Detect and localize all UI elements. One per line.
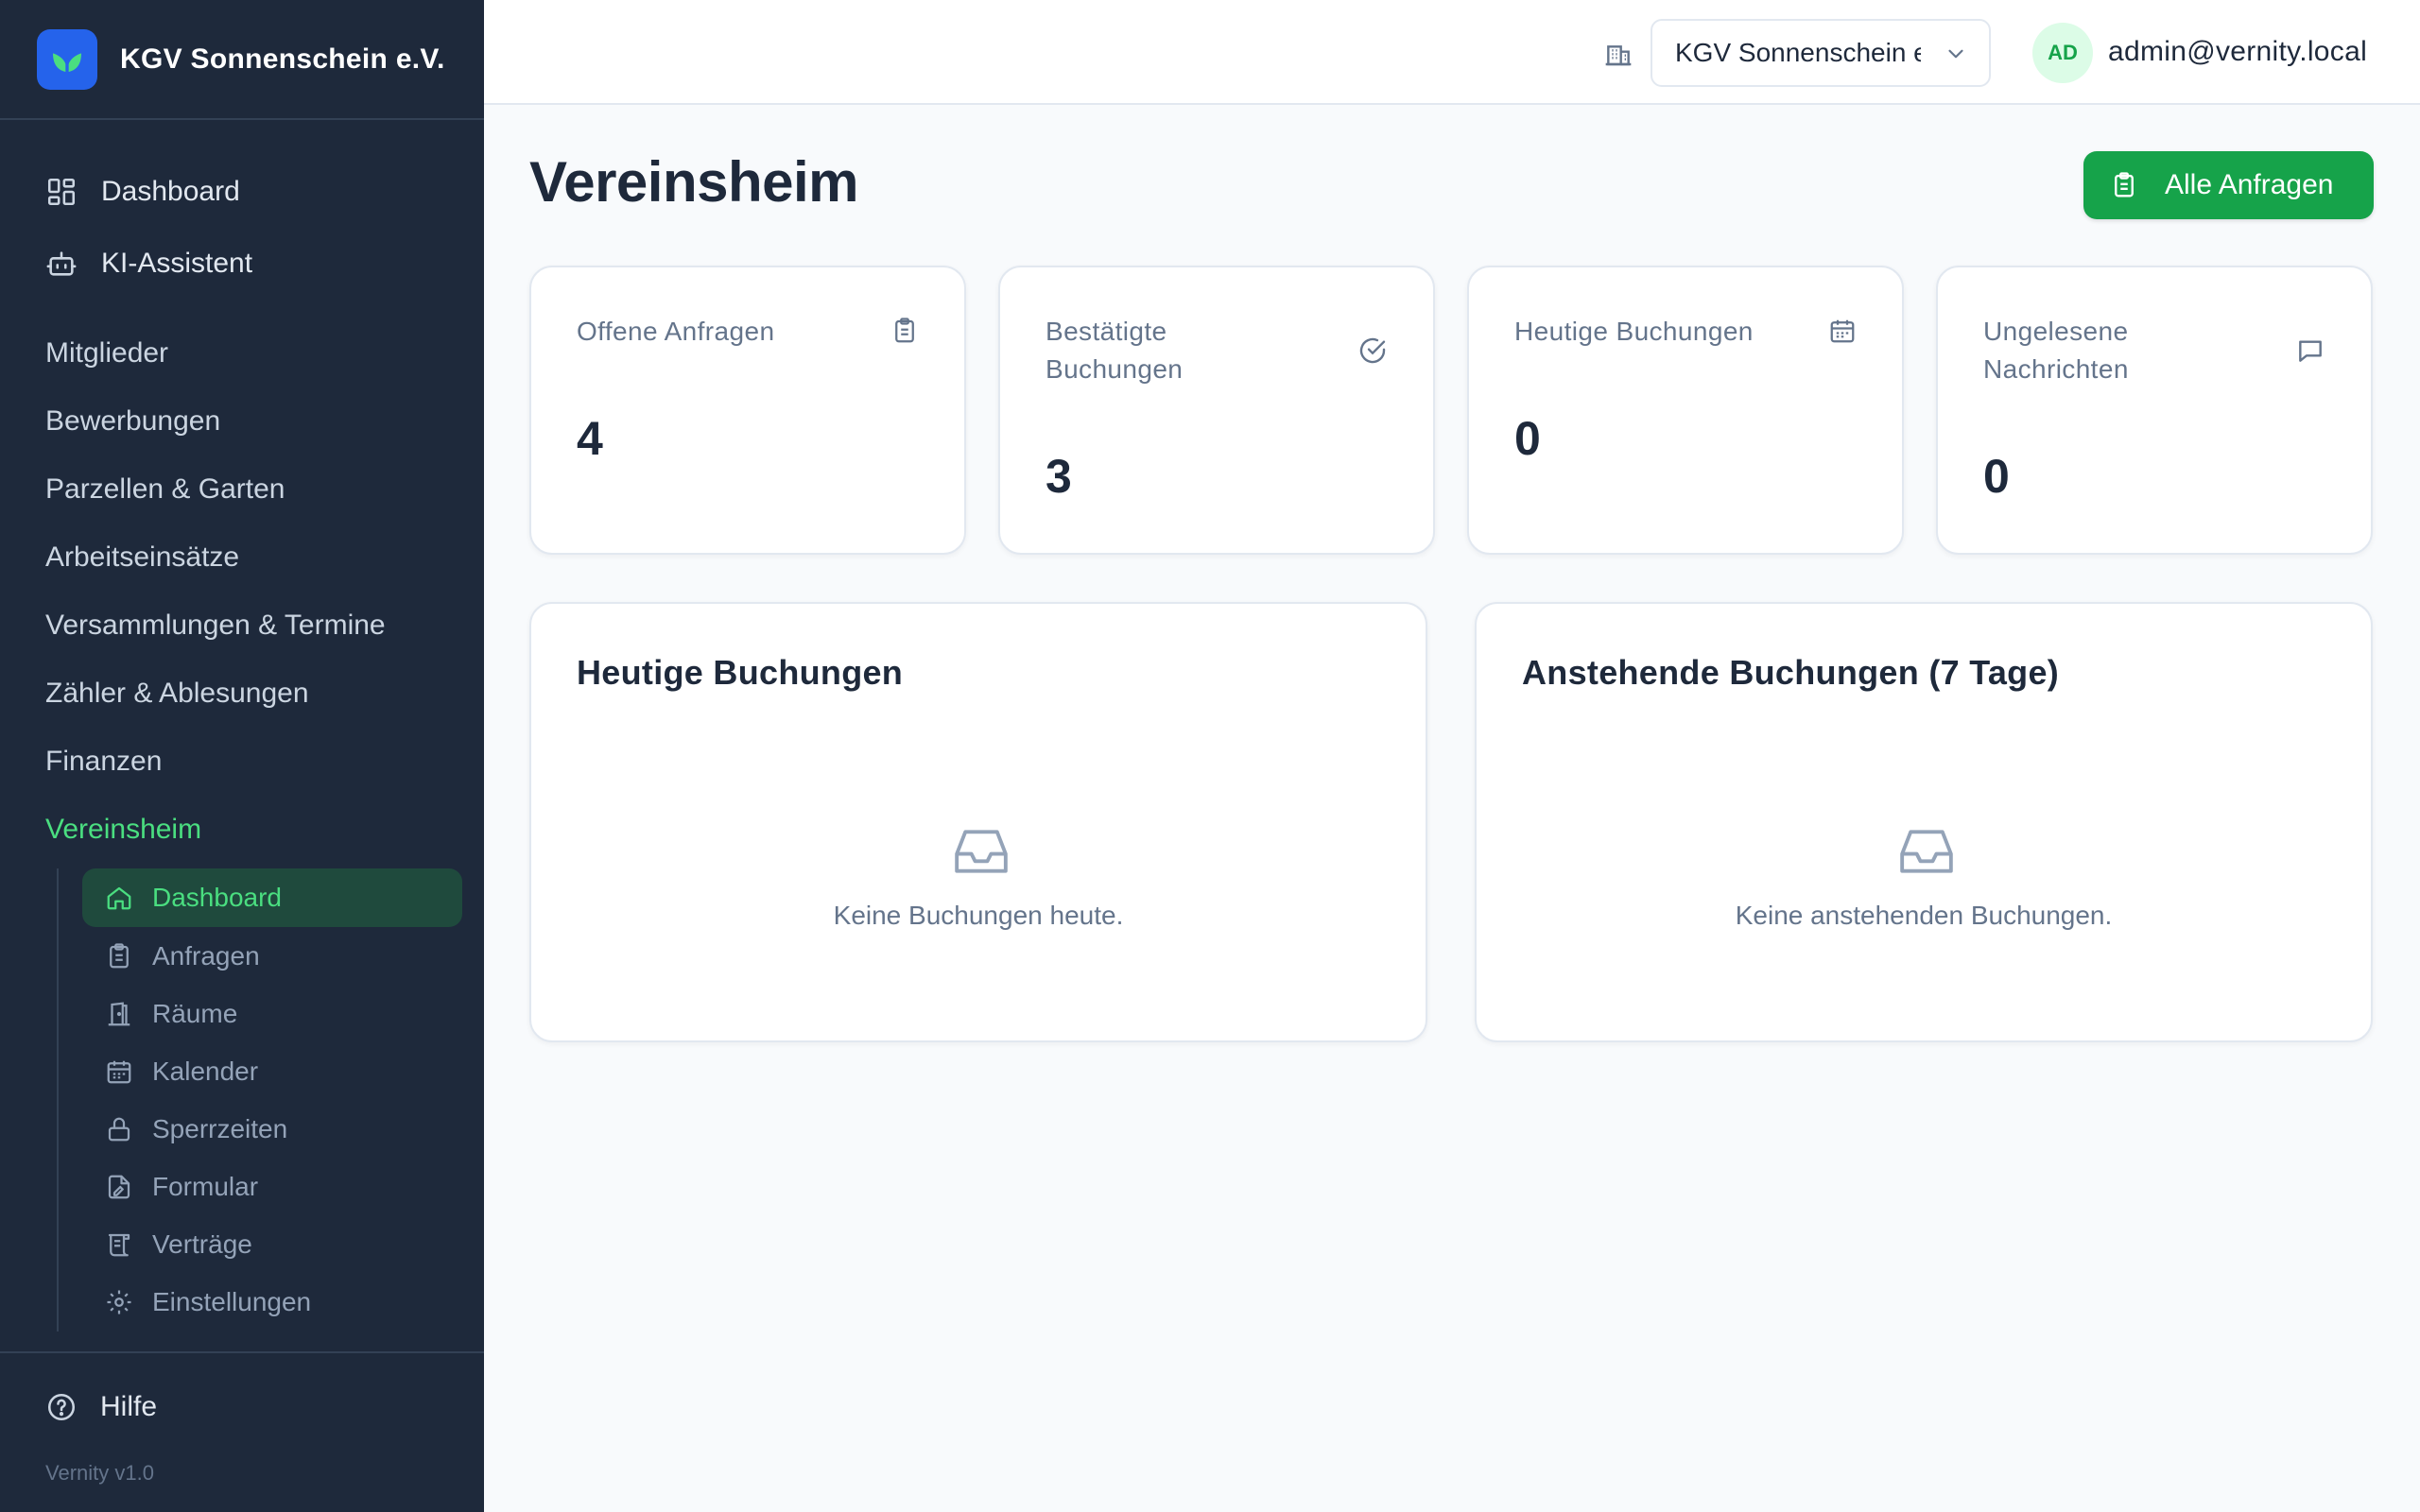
subnav-item-label: Formular <box>152 1172 259 1201</box>
clipboard-icon <box>105 942 133 971</box>
lock-icon <box>105 1115 133 1143</box>
nav-item-label: KI-Assistent <box>101 248 253 279</box>
subnav-item-vertraege[interactable]: Verträge <box>82 1215 462 1274</box>
stat-card-heutige-buchungen: Heutige Buchungen 0 <box>1467 266 1904 555</box>
gear-icon <box>105 1288 133 1316</box>
brand[interactable]: KGV Sonnenschein e.V. <box>0 0 484 120</box>
calendar-icon <box>105 1057 133 1086</box>
all-requests-button[interactable]: Alle Anfragen <box>2083 151 2374 219</box>
subnav-item-anfragen[interactable]: Anfragen <box>82 927 462 986</box>
subnav-item-label: Dashboard <box>152 883 282 912</box>
stat-label: Bestätigte Buchungen <box>1046 317 1184 384</box>
topbar: KGV Sonnenschein e.V. AD admin@vernity.l… <box>484 0 2420 105</box>
organization-select[interactable]: KGV Sonnenschein e.V. <box>1651 19 1991 87</box>
building-icon <box>1603 38 1634 68</box>
subnav-item-einstellungen[interactable]: Einstellungen <box>82 1273 462 1332</box>
subnav-item-label: Räume <box>152 999 238 1028</box>
chevron-down-icon <box>1944 42 1968 66</box>
empty-state-text: Keine Buchungen heute. <box>833 901 1124 930</box>
stat-value: 0 <box>1514 412 1541 465</box>
subnav-item-sperrzeiten[interactable]: Sperrzeiten <box>82 1100 462 1159</box>
subnav-item-label: Verträge <box>152 1229 252 1259</box>
top-nav: Dashboard KI-Assistent <box>0 156 484 300</box>
stat-card-offene-anfragen: Offene Anfragen 4 <box>529 266 966 555</box>
clipboard-icon <box>2110 171 2138 199</box>
calendar-icon <box>1828 317 1857 345</box>
bot-icon <box>45 248 78 280</box>
stat-card-bestaetigte-buchungen: Bestätigte Buchungen 3 <box>998 266 1435 555</box>
help-label: Hilfe <box>100 1391 158 1422</box>
avatar[interactable]: AD <box>2032 23 2093 83</box>
subnav-item-formular[interactable]: Formular <box>82 1158 462 1216</box>
app-version: Vernity v1.0 <box>45 1461 154 1485</box>
file-edit-icon <box>105 1173 133 1201</box>
nav-item-ki-assistent[interactable]: KI-Assistent <box>0 228 484 300</box>
inbox-icon <box>1897 827 1956 876</box>
subnav-item-label: Sperrzeiten <box>152 1114 288 1143</box>
page-title: Vereinsheim <box>529 150 859 214</box>
panel-anstehende-buchungen: Anstehende Buchungen (7 Tage) Keine anst… <box>1475 602 2373 1042</box>
sidebar: KGV Sonnenschein e.V. Dashboard KI-Assis… <box>0 0 484 1512</box>
section-finanzen[interactable]: Finanzen <box>45 746 162 778</box>
help-circle-icon <box>45 1391 78 1423</box>
organization-select-value: KGV Sonnenschein e.V. <box>1675 38 1921 67</box>
panel-title: Anstehende Buchungen (7 Tage) <box>1522 653 2060 692</box>
brand-name: KGV Sonnenschein e.V. <box>120 43 445 75</box>
subnav-item-raeume[interactable]: Räume <box>82 985 462 1043</box>
subnav-item-label: Einstellungen <box>152 1287 312 1316</box>
empty-state-text: Keine anstehenden Buchungen. <box>1735 901 2113 930</box>
check-circle-icon <box>1357 335 1388 366</box>
sidebar-footer: Hilfe Vernity v1.0 <box>0 1351 484 1485</box>
subnav-item-label: Kalender <box>152 1057 259 1086</box>
panel-heutige-buchungen: Heutige Buchungen Keine Buchungen heute. <box>529 602 1427 1042</box>
stat-label: Offene Anfragen <box>577 317 775 346</box>
stat-value: 3 <box>1046 450 1072 503</box>
dashboard-icon <box>45 176 78 208</box>
scroll-icon <box>105 1230 133 1259</box>
panel-title: Heutige Buchungen <box>577 653 904 692</box>
section-bewerbungen[interactable]: Bewerbungen <box>45 405 220 438</box>
stat-label: Ungelesene Nachrichten <box>1983 317 2129 384</box>
nav-item-label: Dashboard <box>101 176 240 207</box>
help-link[interactable]: Hilfe <box>45 1391 157 1423</box>
section-arbeitseinsaetze[interactable]: Arbeitseinsätze <box>45 541 239 574</box>
home-icon <box>105 884 133 912</box>
stat-value: 4 <box>577 412 603 465</box>
subnav-item-dashboard[interactable]: Dashboard <box>82 868 462 927</box>
stat-value: 0 <box>1983 450 2010 503</box>
section-mitglieder[interactable]: Mitglieder <box>45 337 168 369</box>
vereinsheim-subnav: Dashboard Anfragen Räume Kalender Sperrz… <box>57 868 473 1332</box>
user-email[interactable]: admin@vernity.local <box>2108 36 2367 68</box>
section-zaehler[interactable]: Zähler & Ablesungen <box>45 678 309 710</box>
all-requests-button-label: Alle Anfragen <box>2165 169 2334 200</box>
section-vereinsheim[interactable]: Vereinsheim <box>45 814 201 846</box>
door-icon <box>105 1000 133 1028</box>
leaf-logo-icon <box>37 28 97 90</box>
subnav-item-label: Anfragen <box>152 941 260 971</box>
clipboard-icon <box>890 317 919 345</box>
stat-card-ungelesene-nachrichten: Ungelesene Nachrichten 0 <box>1936 266 2373 555</box>
subnav-item-kalender[interactable]: Kalender <box>82 1042 462 1101</box>
section-parzellen[interactable]: Parzellen & Garten <box>45 473 285 506</box>
section-versammlungen[interactable]: Versammlungen & Termine <box>45 610 386 642</box>
nav-item-dashboard[interactable]: Dashboard <box>0 156 484 228</box>
stat-label: Heutige Buchungen <box>1514 317 1754 346</box>
inbox-icon <box>952 827 1011 876</box>
message-icon <box>2295 335 2325 366</box>
